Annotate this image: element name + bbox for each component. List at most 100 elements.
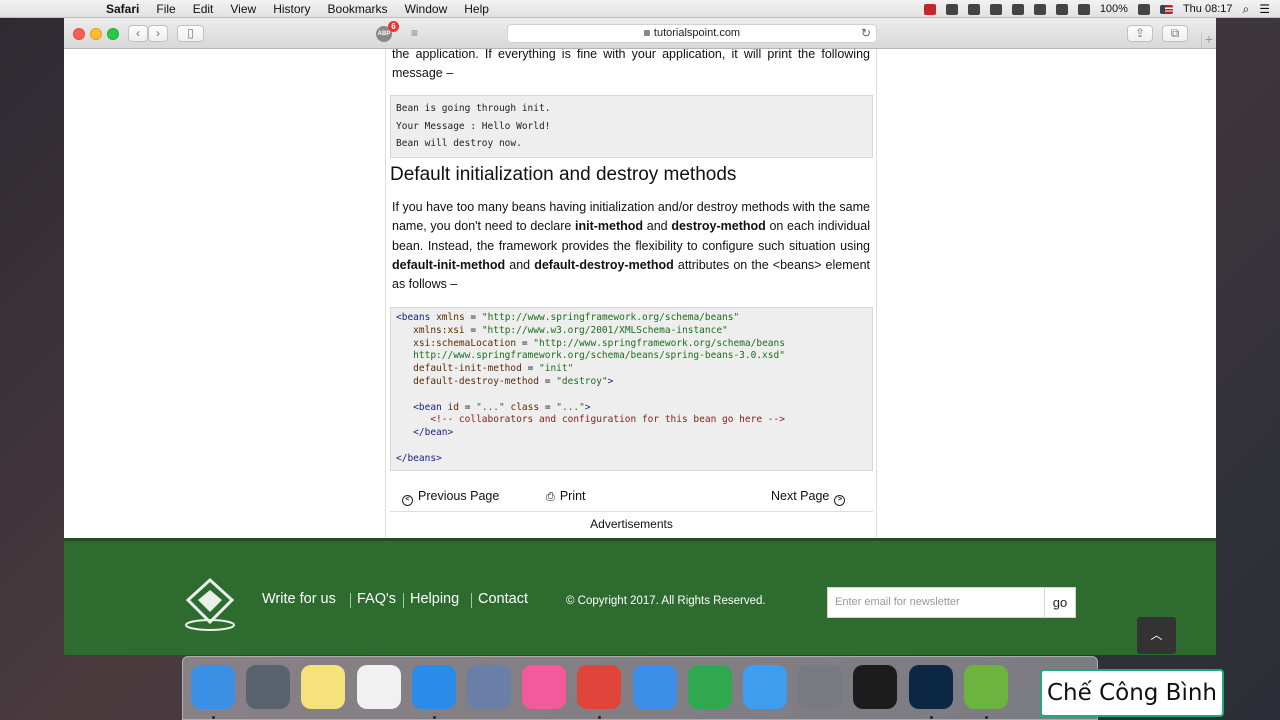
clock[interactable]: Thu 08:17 (1183, 3, 1233, 15)
forward-button[interactable]: › (148, 25, 168, 42)
new-tab-button[interactable]: + (1201, 32, 1216, 48)
airplay-icon[interactable] (1055, 3, 1068, 15)
chevron-right-icon: › (156, 26, 160, 40)
code-value: "..." (556, 401, 585, 413)
close-window-button[interactable] (73, 28, 85, 40)
recording-icon[interactable] (923, 3, 936, 15)
code-line: <beans xmlns = "http://www.springframewo… (396, 312, 872, 325)
footer-divider (403, 593, 404, 608)
code-eq: = (464, 324, 482, 336)
next-page-label: Next Page (771, 489, 830, 503)
previous-page-label: Previous Page (418, 489, 500, 503)
mail-icon[interactable] (467, 665, 511, 709)
code-eq: = (539, 375, 557, 387)
safari-window: ‹ › ▯ ABP 6 ≡ tutorialspoint.com ↻ ⇪ ⧉ + t… (64, 18, 1216, 655)
wifi-icon[interactable] (1033, 3, 1046, 15)
footer-link-write-for-us[interactable]: Write for us (262, 591, 336, 607)
browser-toolbar: ‹ › ▯ ABP 6 ≡ tutorialspoint.com ↻ ⇪ ⧉ + (64, 18, 1216, 49)
running-indicator (984, 716, 988, 719)
code-eq: = (539, 401, 557, 413)
camtasia-icon[interactable] (687, 665, 732, 709)
menu-view[interactable]: View (230, 2, 256, 16)
output-line: Bean will destroy now. (396, 138, 522, 149)
site-footer: Write for us FAQ's Helping Contact © Cop… (64, 538, 1216, 655)
system-preferences-icon[interactable] (798, 665, 843, 709)
code-line: xsi:schemaLocation = "http://www.springf… (396, 338, 872, 351)
menu-file[interactable]: File (156, 2, 175, 16)
code-eq: = (458, 401, 477, 413)
code-value: "http://www.w3.org/2001/XMLSchema-instan… (481, 324, 728, 336)
code-value: "..." (476, 401, 505, 413)
dropbox-icon[interactable] (989, 3, 1002, 15)
terminal-icon[interactable] (853, 665, 898, 709)
status-area: 100% Thu 08:17 ⌕ ☰ (923, 0, 1270, 18)
battery-percent[interactable]: 100% (1100, 3, 1128, 15)
back-button[interactable]: ‹ (128, 25, 148, 42)
tutorialspoint-logo-icon[interactable] (182, 578, 238, 632)
footer-link-contact[interactable]: Contact (478, 591, 528, 607)
menu-window[interactable]: Window (405, 2, 448, 16)
chevron-left-icon: ‹ (136, 26, 140, 40)
input-source-icon[interactable] (1159, 4, 1173, 14)
chrome-icon[interactable] (577, 665, 622, 709)
code-line: </beans> (396, 453, 872, 466)
bold-term: default-init-method (392, 257, 506, 272)
spotlight-icon[interactable]: ⌕ (1243, 2, 1250, 17)
address-bar[interactable]: tutorialspoint.com ↻ (507, 24, 877, 43)
code-attr: class (510, 401, 540, 413)
footer-link-faqs[interactable]: FAQ's (357, 591, 396, 607)
share-button[interactable]: ⇪ (1127, 25, 1153, 42)
code-tag: <beans (396, 312, 431, 323)
code-tag: </bean> (413, 427, 454, 439)
finder-icon[interactable] (191, 665, 235, 709)
newsletter-go-button[interactable]: go (1044, 587, 1076, 618)
text-run: and (505, 257, 535, 272)
code-tag: > (584, 401, 591, 413)
print-link[interactable]: ⎙ Print (546, 487, 586, 507)
adblock-icon[interactable]: ABP 6 (376, 21, 399, 42)
minimize-window-button[interactable] (90, 28, 102, 40)
footer-divider (350, 593, 351, 608)
xcode-icon[interactable] (632, 665, 677, 709)
menu-safari[interactable]: Safari (106, 2, 139, 16)
bluetooth-icon[interactable] (1011, 3, 1024, 15)
notes-icon[interactable] (301, 665, 346, 709)
menu-bookmarks[interactable]: Bookmarks (328, 2, 388, 16)
zoom-window-button[interactable] (107, 28, 119, 40)
app-store-icon[interactable] (743, 665, 787, 709)
menu-history[interactable]: History (273, 2, 310, 16)
sidebar-button[interactable]: ▯ (177, 25, 204, 42)
tabs-overview-button[interactable]: ⧉ (1162, 25, 1188, 42)
dock (182, 656, 1098, 720)
code-eq: = (521, 363, 540, 375)
adblock-label: ABP (377, 31, 391, 37)
launchpad-icon[interactable] (246, 665, 291, 709)
newsletter-email-input[interactable]: Enter email for newsletter (827, 587, 1045, 618)
reload-icon[interactable]: ↻ (861, 25, 871, 42)
photoshop-icon[interactable] (908, 665, 953, 709)
share-icon: ⇪ (1134, 26, 1146, 40)
code-block: <beans xmlns = "http://www.springframewo… (390, 307, 873, 471)
spring-tool-icon[interactable] (963, 665, 1008, 709)
scroll-to-top-button[interactable]: ︿ (1137, 617, 1176, 654)
extension-icon-2[interactable] (967, 3, 980, 15)
next-page-link[interactable]: Next Page > (771, 487, 846, 506)
battery-icon[interactable] (1137, 3, 1150, 15)
volume-icon[interactable] (1077, 3, 1090, 15)
circle-arrow-right-icon: > (834, 495, 846, 506)
itunes-icon[interactable] (522, 665, 567, 709)
bold-term: destroy-method (671, 219, 766, 234)
reader-icon[interactable]: ≡ (411, 26, 418, 40)
previous-page-link[interactable]: < Previous Page (402, 487, 499, 506)
code-attr: xmlns (436, 312, 465, 323)
menu-help[interactable]: Help (464, 2, 489, 16)
chevron-up-icon: ︿ (1150, 628, 1163, 642)
notification-center-icon[interactable]: ☰ (1259, 2, 1270, 16)
photos-icon[interactable] (356, 665, 401, 709)
menu-edit[interactable]: Edit (193, 2, 214, 16)
footer-link-helping[interactable]: Helping (410, 591, 459, 607)
safari-icon[interactable] (411, 665, 456, 709)
article-content: the application. If everything is fine w… (385, 49, 877, 553)
extension-icon[interactable] (945, 3, 958, 15)
